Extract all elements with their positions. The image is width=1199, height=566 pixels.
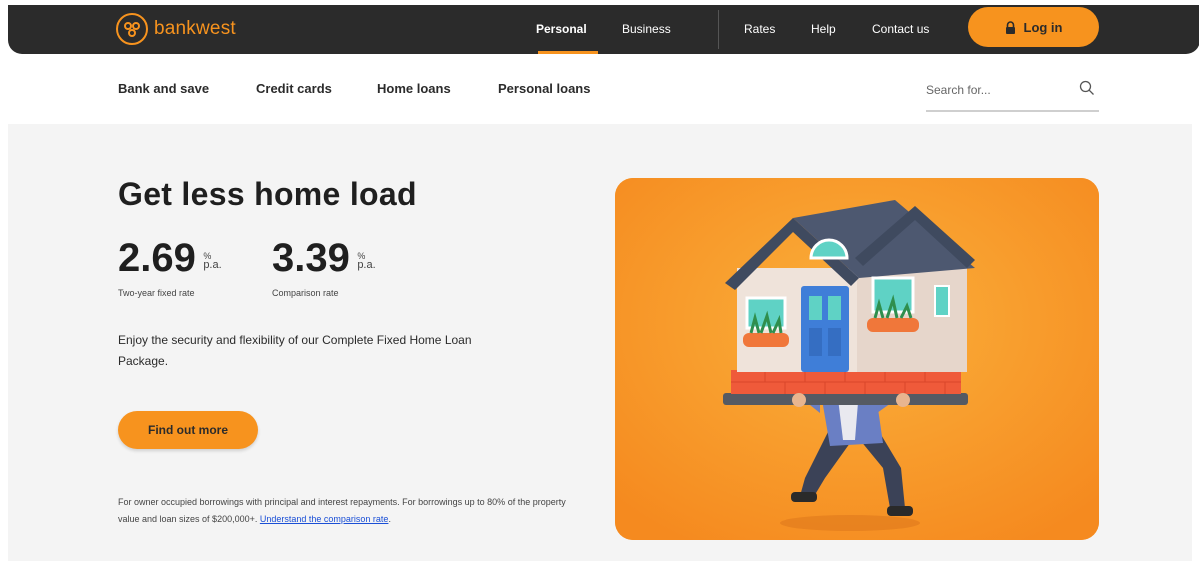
rate-label-comparison: Comparison rate	[272, 288, 339, 298]
login-button[interactable]: Log in	[968, 7, 1099, 47]
rate-suffix: % p.a.	[203, 252, 222, 271]
find-out-more-button[interactable]: Find out more	[118, 411, 258, 449]
nav-rates[interactable]: Rates	[744, 22, 775, 36]
product-navigation: Bank and save Credit cards Home loans Pe…	[0, 54, 1199, 124]
nav-divider	[718, 10, 719, 49]
subnav-personal-loans[interactable]: Personal loans	[498, 81, 590, 96]
search-icon[interactable]	[1079, 80, 1095, 101]
nav-contact-us[interactable]: Contact us	[872, 22, 929, 36]
search-box	[926, 74, 1099, 112]
rate-suffix: % p.a.	[357, 252, 376, 271]
nav-help[interactable]: Help	[811, 22, 836, 36]
search-input[interactable]	[926, 76, 1066, 104]
rate-unit: p.a.	[357, 259, 376, 271]
subnav-credit-cards[interactable]: Credit cards	[256, 81, 332, 96]
nav-personal[interactable]: Personal	[536, 22, 587, 36]
brand-logo[interactable]: bankwest	[116, 13, 236, 45]
hero-illustration	[615, 178, 1099, 540]
rate-unit: p.a.	[203, 259, 222, 271]
rate-footnote: For owner occupied borrowings with princ…	[118, 494, 568, 528]
hero-section: Get less home load 2.69 % p.a. Two-year …	[8, 124, 1192, 561]
brand-name: bankwest	[154, 18, 236, 39]
top-navigation-bar: bankwest Personal Business Rates Help Co…	[8, 5, 1199, 54]
rate-value: 2.69	[118, 236, 196, 280]
bankwest-logo-icon	[116, 13, 148, 45]
house-illustration	[615, 178, 1099, 540]
hero-headline: Get less home load	[118, 176, 417, 212]
hero-description: Enjoy the security and flexibility of ou…	[118, 333, 472, 368]
rate-value: 3.39	[272, 236, 350, 280]
lock-icon	[1005, 20, 1016, 34]
rate-two-year-fixed: 2.69 % p.a.	[118, 236, 222, 281]
subnav-home-loans[interactable]: Home loans	[377, 81, 451, 96]
footnote-end: .	[388, 514, 391, 524]
subnav-bank-and-save[interactable]: Bank and save	[118, 81, 209, 96]
nav-business[interactable]: Business	[622, 22, 671, 36]
comparison-rate-link[interactable]: Understand the comparison rate	[260, 514, 389, 524]
rate-comparison: 3.39 % p.a.	[272, 236, 376, 281]
rate-label-two-year-fixed: Two-year fixed rate	[118, 288, 195, 298]
login-label: Log in	[1023, 19, 1063, 35]
